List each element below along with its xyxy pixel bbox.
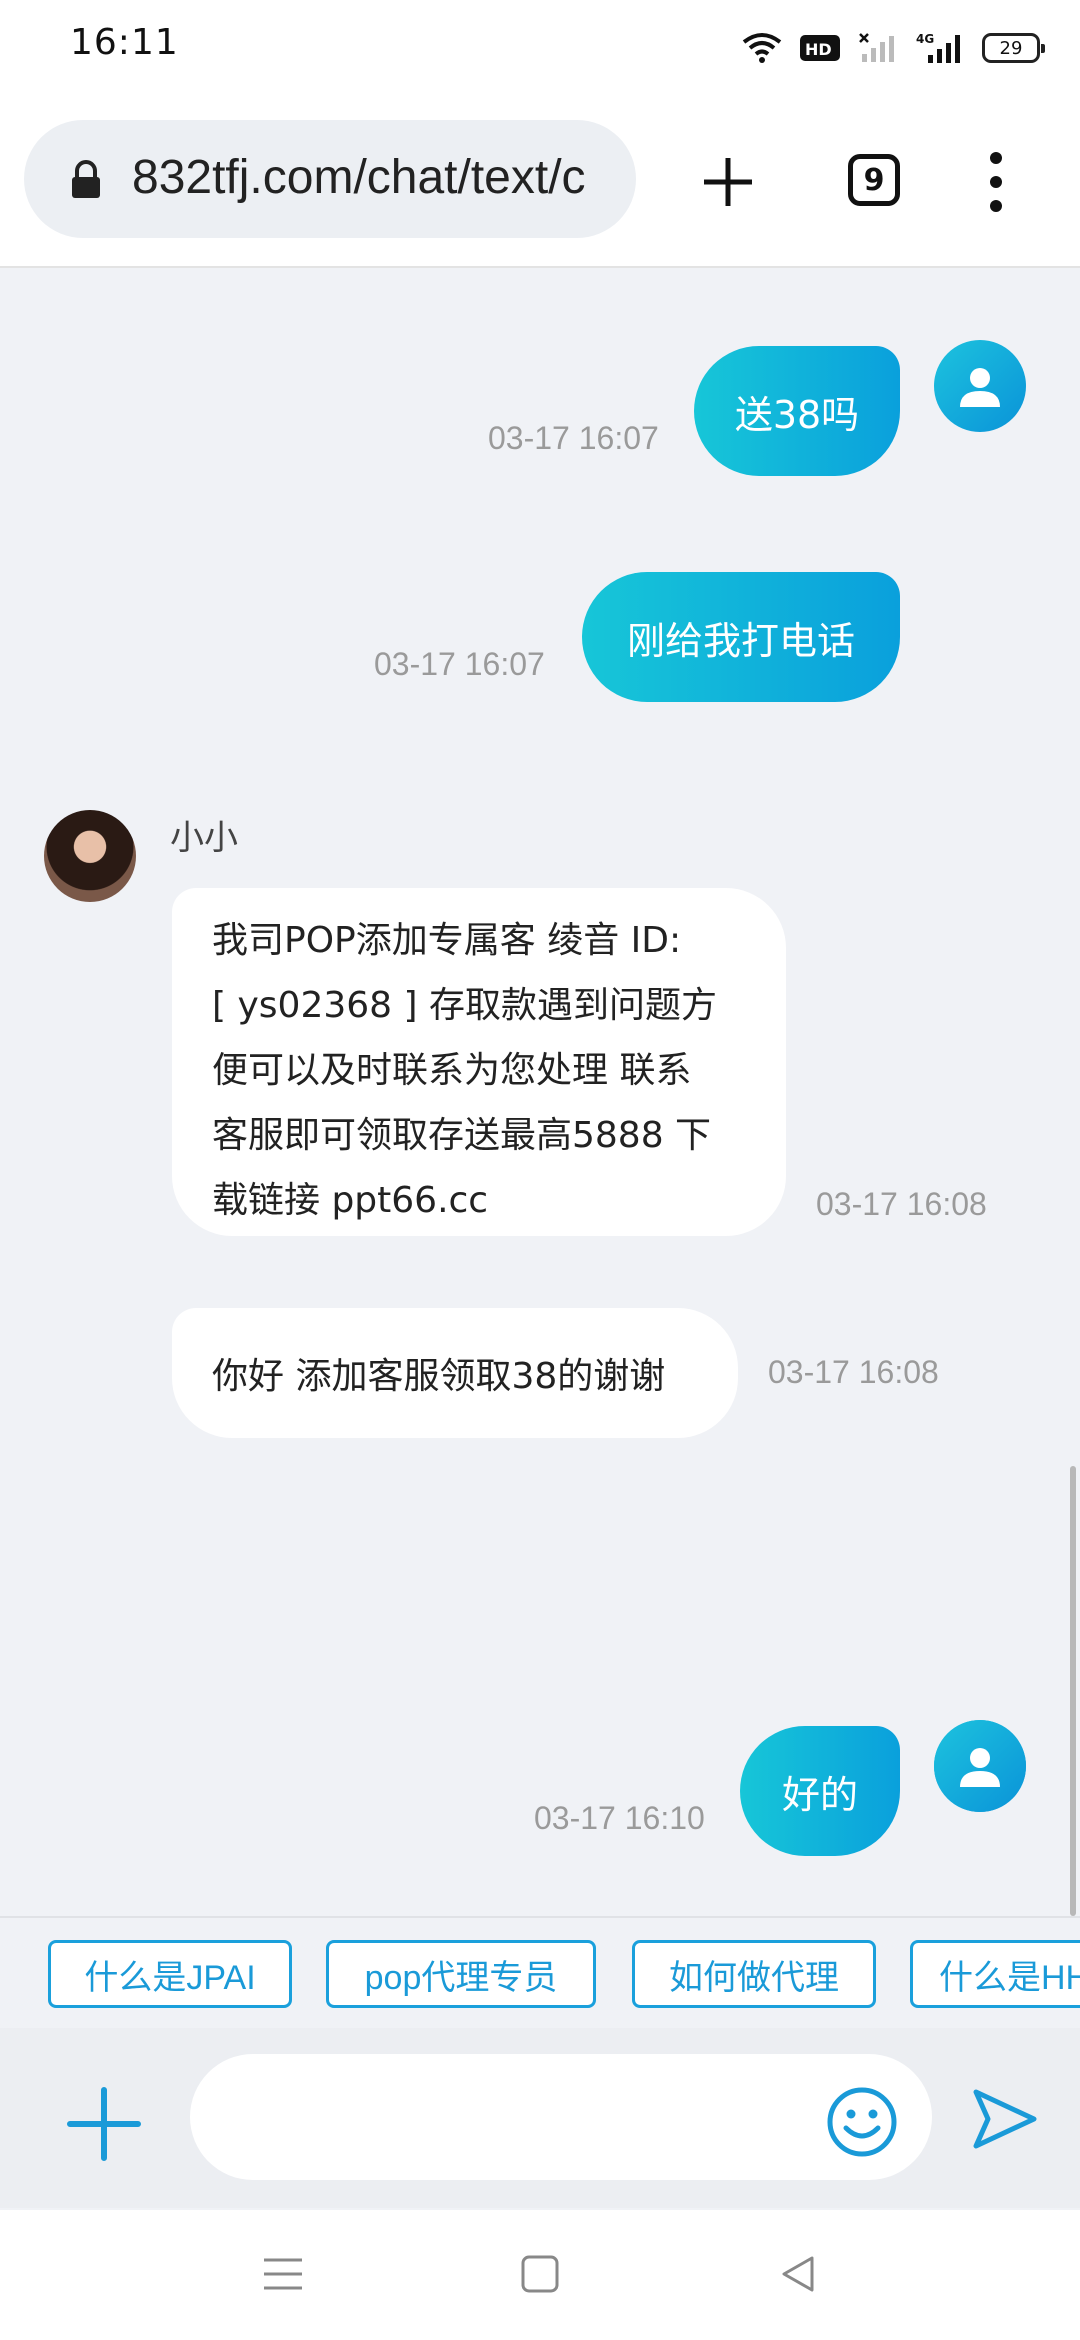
menu-icon[interactable] — [262, 2254, 304, 2294]
user-avatar — [934, 340, 1026, 432]
send-icon[interactable] — [970, 2084, 1040, 2154]
battery-icon: 29 — [982, 33, 1045, 63]
home-icon[interactable] — [520, 2254, 560, 2294]
message-input-bar — [0, 2028, 1080, 2208]
back-icon[interactable] — [778, 2254, 818, 2294]
message-line: 客服即可领取存送最高5888 下 — [212, 1115, 712, 1156]
add-attachment-icon[interactable] — [66, 2086, 142, 2162]
signal-empty-icon — [859, 33, 894, 62]
quick-reply-chip[interactable]: pop代理专员 — [326, 1940, 596, 2008]
message-bubble-outgoing[interactable]: 好的 — [740, 1726, 900, 1856]
status-time: 16:11 — [70, 22, 179, 63]
status-bar: 16:11 HD 4G 29 — [0, 0, 1080, 96]
emoji-icon[interactable] — [824, 2084, 900, 2160]
agent-avatar — [44, 810, 136, 902]
battery-level: 29 — [999, 37, 1023, 59]
message-line: 载链接 ppt66.cc — [212, 1180, 489, 1221]
message-timestamp: 03-17 16:07 — [488, 420, 659, 456]
signal-4g-icon: 4G — [916, 32, 960, 63]
quick-reply-chip[interactable]: 如何做代理 — [632, 1940, 876, 2008]
message-timestamp: 03-17 16:08 — [768, 1354, 939, 1390]
tab-count: 9 — [863, 162, 885, 198]
message-bubble-incoming[interactable]: 我司POP添加专属客 绫音 ID: [ ys02368 ] 存取款遇到问题方 便… — [172, 888, 786, 1236]
more-options-icon[interactable] — [984, 150, 1008, 214]
chat-scrollbar[interactable] — [1070, 1466, 1076, 1916]
hd-icon: HD — [800, 35, 840, 61]
agent-name: 小小 — [170, 818, 238, 858]
tab-switcher-button[interactable]: 9 — [848, 154, 900, 206]
user-avatar — [934, 1720, 1026, 1812]
message-line: 我司POP添加专属客 绫音 ID: — [212, 920, 682, 961]
message-timestamp: 03-17 16:07 — [374, 646, 545, 682]
status-icons: HD 4G 29 — [742, 26, 1045, 70]
message-input[interactable] — [190, 2054, 932, 2180]
url-bar[interactable]: 832tfj.com/chat/text/c — [24, 120, 636, 238]
message-timestamp: 03-17 16:10 — [534, 1800, 705, 1836]
browser-toolbar: 832tfj.com/chat/text/c 9 — [0, 96, 1080, 268]
quick-reply-bar[interactable]: 什么是JPAI pop代理专员 如何做代理 什么是HH — [0, 1916, 1080, 2030]
message-timestamp: 03-17 16:08 — [816, 1186, 987, 1222]
message-bubble-outgoing[interactable]: 送38吗 — [694, 346, 900, 476]
user-icon — [960, 1748, 1000, 1787]
system-nav-bar — [0, 2210, 1080, 2340]
quick-reply-chip[interactable]: 什么是HH — [910, 1940, 1080, 2008]
lock-icon — [72, 160, 100, 198]
message-bubble-outgoing[interactable]: 刚给我打电话 — [582, 572, 900, 702]
network-label: 4G — [916, 32, 934, 46]
url-text[interactable]: 832tfj.com/chat/text/c — [132, 150, 586, 205]
message-line: 便可以及时联系为您处理 联系 — [212, 1050, 692, 1091]
message-line: [ ys02368 ] 存取款遇到问题方 — [212, 985, 718, 1026]
message-bubble-incoming[interactable]: 你好 添加客服领取38的谢谢 — [172, 1308, 738, 1438]
new-tab-button[interactable] — [700, 154, 756, 210]
hd-label: HD — [805, 40, 832, 59]
wifi-icon — [742, 33, 782, 63]
chat-area[interactable]: 送38吗 03-17 16:07 刚给我打电话 03-17 16:07 小小 我… — [0, 268, 1080, 1916]
quick-reply-chip[interactable]: 什么是JPAI — [48, 1940, 292, 2008]
user-icon — [960, 368, 1000, 407]
